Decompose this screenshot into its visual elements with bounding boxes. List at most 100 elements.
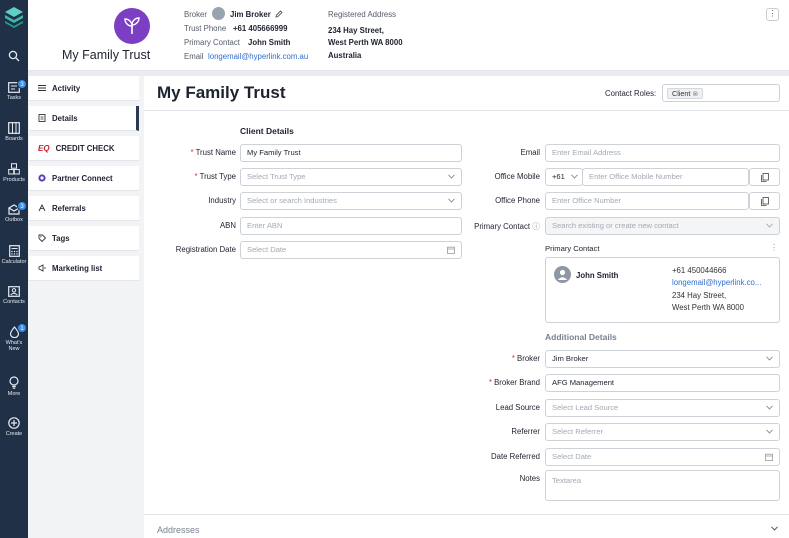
whats-new-count-badge: 1 [17, 323, 27, 333]
search-icon [8, 50, 20, 62]
tab-referrals[interactable]: Referrals [29, 196, 139, 221]
nav-calculator[interactable]: Calculator [0, 245, 28, 265]
nav-whats-new-label: What's New [5, 340, 23, 352]
date-referred-input[interactable]: Select Date [545, 448, 780, 466]
title-divider [144, 110, 789, 111]
tab-marketing-list-label: Marketing list [52, 263, 103, 273]
date-referred-label: Date Referred [491, 452, 540, 461]
tab-marketing-list[interactable]: Marketing list [29, 256, 139, 281]
nav-products[interactable]: Products [0, 163, 28, 183]
nav-boards[interactable]: Boards [0, 122, 28, 142]
pencil-icon[interactable] [275, 10, 283, 18]
referrals-icon [38, 204, 46, 212]
broker-select[interactable]: Jim Broker [545, 350, 780, 368]
contact-avatar [554, 266, 571, 283]
contact-roles-select[interactable]: Client ⊗ [662, 84, 780, 102]
nav-create[interactable]: Create [0, 417, 28, 437]
calendar-icon [765, 453, 773, 461]
tab-activity[interactable]: Activity [29, 76, 139, 101]
header-email-link[interactable]: longemail@hyperlink.com.au [208, 52, 308, 61]
copy-office-phone-button[interactable] [749, 192, 780, 210]
email-label: Email [184, 52, 204, 61]
addresses-section-header[interactable]: Addresses [144, 514, 789, 538]
email-input[interactable]: Enter Email Address [545, 144, 780, 162]
chevron-down-icon [766, 356, 773, 361]
office-mobile-label: Office Mobile [494, 172, 540, 181]
notes-textarea[interactable]: Textarea [545, 470, 780, 501]
abn-input[interactable]: Enter ABN [240, 217, 462, 235]
trust-name-label: * Trust Name [190, 148, 237, 157]
products-icon [8, 163, 20, 175]
country-code-select[interactable]: +61 [545, 168, 583, 186]
contact-address-line-2: West Perth WA 8000 [672, 303, 744, 312]
industry-select[interactable]: Select or search Industries [240, 192, 462, 210]
tasks-count-badge: 3 [17, 79, 27, 89]
tab-tags[interactable]: Tags [29, 226, 139, 251]
trust-name-input[interactable]: My Family Trust [240, 144, 462, 162]
primary-contact-card-title: Primary Contact [545, 244, 600, 253]
office-phone-input[interactable]: Enter Office Number [545, 192, 749, 210]
trust-type-select[interactable]: Select Trust Type [240, 168, 462, 186]
broker-brand-input[interactable]: AFG Management [545, 374, 780, 392]
nav-tasks-label: Tasks [6, 95, 22, 101]
contacts-icon [8, 286, 20, 297]
copy-office-mobile-button[interactable] [749, 168, 780, 186]
notes-label: Notes [519, 474, 540, 483]
nav-create-label: Create [5, 431, 23, 437]
trust-type-label: * Trust Type [194, 172, 236, 181]
record-header: My Family Trust Broker Jim Broker Trust … [28, 0, 789, 71]
chevron-down-icon [766, 223, 773, 228]
broker-brand-label: * Broker Brand [488, 378, 540, 387]
nav-contacts-label: Contacts [3, 299, 25, 305]
referrer-select[interactable]: Select Referrer [545, 423, 780, 441]
tab-partner-connect[interactable]: Partner Connect [29, 166, 139, 191]
nav-outbox[interactable]: Outbox 3 [0, 201, 28, 223]
broker-avatar [212, 7, 225, 20]
registration-date-label: Registration Date [175, 245, 236, 254]
registration-date-input[interactable]: Select Date [240, 241, 462, 259]
email-label: Email [520, 148, 541, 157]
tab-activity-label: Activity [52, 83, 81, 93]
contact-role-chip[interactable]: Client ⊗ [667, 88, 704, 99]
contact-name[interactable]: John Smith [576, 271, 618, 280]
lead-source-select[interactable]: Select Lead Source [545, 399, 780, 417]
address-line-2: West Perth WA 8000 [328, 38, 403, 47]
list-icon [38, 85, 46, 91]
more-icon [9, 376, 19, 389]
app-logo-icon[interactable] [4, 6, 24, 28]
tab-referrals-label: Referrals [52, 203, 86, 213]
nav-search[interactable] [0, 50, 28, 64]
contact-role-chip-label: Client [672, 89, 691, 98]
tab-details-label: Details [52, 113, 78, 123]
tab-details[interactable]: Details [29, 106, 139, 131]
tab-credit-check[interactable]: EQ CREDIT CHECK [29, 136, 139, 161]
nav-contacts[interactable]: Contacts [0, 286, 28, 305]
primary-contact-search[interactable]: Search existing or create new contact [545, 217, 780, 235]
referrer-label: Referrer [511, 427, 540, 436]
page-title: My Family Trust [157, 83, 286, 102]
office-mobile-input[interactable]: Enter Office Mobile Number [582, 168, 749, 186]
contact-email-link[interactable]: longemail@hyperlink.co... [672, 278, 761, 287]
nav-tasks[interactable]: Tasks 3 [0, 79, 28, 101]
header-trust-name: My Family Trust [62, 48, 151, 62]
chip-remove-icon[interactable]: ⊗ [692, 89, 698, 98]
chevron-down-icon [766, 405, 773, 410]
left-nav: Tasks 3 Boards Products Outbox 3 Calcula… [0, 0, 28, 538]
nav-whats-new[interactable]: What's New 1 [0, 323, 28, 352]
sprout-icon [124, 17, 140, 34]
nav-more[interactable]: More [0, 376, 28, 397]
primary-contact-name[interactable]: John Smith [248, 38, 290, 47]
primary-contact-menu-icon[interactable]: ⋮ [770, 243, 778, 252]
nav-boards-label: Boards [5, 136, 23, 142]
nav-products-label: Products [3, 177, 25, 183]
nav-calculator-label: Calculator [1, 259, 27, 265]
help-icon[interactable]: ⓘ [532, 222, 540, 231]
contact-address-line-1: 234 Hay Street, [672, 291, 727, 300]
chevron-down-icon [571, 174, 578, 179]
tab-credit-check-label: CREDIT CHECK [55, 143, 115, 153]
header-menu-button[interactable]: ⋮ [766, 8, 779, 21]
tab-partner-connect-label: Partner Connect [52, 173, 113, 183]
calculator-icon [8, 245, 20, 257]
trust-phone: +61 405666999 [233, 24, 288, 33]
broker-name[interactable]: Jim Broker [230, 10, 271, 19]
